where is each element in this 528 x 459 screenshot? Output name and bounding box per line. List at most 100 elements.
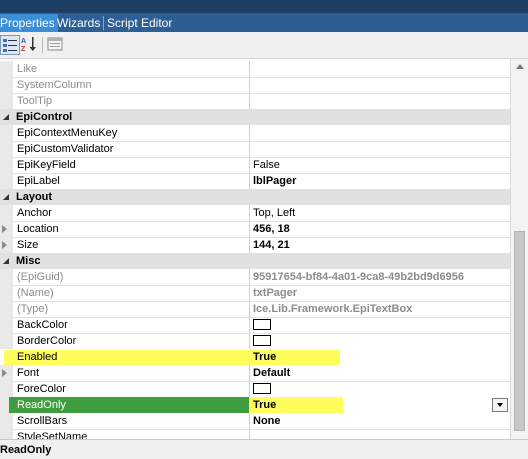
property-name: ToolTip: [17, 95, 53, 107]
property-row-epicustomvalidator[interactable]: EpiCustomValidator: [0, 141, 510, 157]
property-row-anchor[interactable]: Anchor Top, Left: [0, 205, 510, 221]
property-value[interactable]: None: [253, 413, 281, 429]
property-row-epiguid[interactable]: (EpiGuid) 95917654-bf84-4a01-9ca8-49b2bd…: [0, 269, 510, 285]
property-value[interactable]: txtPager: [253, 285, 297, 301]
row-gutter: [0, 429, 13, 439]
row-gutter: [0, 333, 13, 349]
property-value[interactable]: False: [253, 157, 280, 173]
row-gutter: [0, 301, 13, 317]
property-name: Location: [17, 223, 59, 235]
property-row-bordercolor[interactable]: BorderColor: [0, 333, 510, 349]
expand-icon[interactable]: [2, 369, 7, 377]
property-value[interactable]: Ice.Lib.Framework.EpiTextBox: [253, 301, 412, 317]
property-name: (Type): [17, 303, 49, 315]
category-misc[interactable]: Misc: [0, 253, 510, 269]
scrollbar-thumb[interactable]: [514, 231, 525, 431]
column-divider: [249, 157, 250, 173]
expand-icon[interactable]: [2, 225, 7, 233]
expand-icon[interactable]: [2, 241, 7, 249]
column-divider: [249, 333, 250, 349]
property-value[interactable]: lblPager: [253, 173, 296, 189]
row-gutter: [0, 205, 13, 221]
property-row-epilabel[interactable]: EpiLabel lblPager: [0, 173, 510, 189]
row-gutter: [0, 125, 13, 141]
tab-script-editor[interactable]: Script Editor: [104, 14, 175, 32]
property-row-name[interactable]: (Name) txtPager: [0, 285, 510, 301]
property-row-stylesetname[interactable]: StyleSetName: [0, 429, 510, 439]
toolbar: A Z: [0, 32, 528, 59]
column-divider: [249, 381, 250, 397]
property-name: EpiContextMenuKey: [17, 127, 118, 139]
property-row-readonly[interactable]: ReadOnly True: [0, 397, 510, 413]
column-divider: [249, 141, 250, 157]
row-gutter: [0, 93, 13, 109]
property-row-epikeyfield[interactable]: EpiKeyField False: [0, 157, 510, 173]
alphabetical-sort-icon: A Z: [21, 37, 36, 53]
property-name: ReadOnly: [17, 399, 66, 411]
column-divider: [249, 365, 250, 381]
property-grid: Like SystemColumn ToolTip EpiControl Epi…: [0, 59, 510, 439]
category-epicontrol[interactable]: EpiControl: [0, 109, 510, 125]
property-value[interactable]: True: [253, 349, 276, 365]
category-label: Layout: [16, 191, 53, 203]
row-gutter: [0, 413, 13, 429]
column-divider: [249, 429, 250, 439]
color-swatch[interactable]: [253, 383, 271, 394]
collapse-icon[interactable]: [3, 194, 9, 200]
column-divider: [249, 93, 250, 109]
property-row-font[interactable]: Font Default: [0, 365, 510, 381]
column-divider: [249, 221, 250, 237]
property-value[interactable]: 95917654-bf84-4a01-9ca8-49b2bd9d6956: [253, 269, 464, 285]
dropdown-button[interactable]: [492, 398, 508, 412]
column-divider: [249, 237, 250, 253]
collapse-icon[interactable]: [3, 114, 9, 120]
property-row-scrollbars[interactable]: ScrollBars None: [0, 413, 510, 429]
property-name: Enabled: [17, 351, 58, 363]
property-name: EpiLabel: [17, 175, 60, 187]
property-row-backcolor[interactable]: BackColor: [0, 317, 510, 333]
property-value[interactable]: Top, Left: [253, 205, 295, 221]
chevron-down-icon: [497, 403, 503, 407]
tab-properties[interactable]: Properties: [0, 14, 58, 32]
property-value[interactable]: True: [253, 397, 276, 413]
property-row-epicontextmenukey[interactable]: EpiContextMenuKey: [0, 125, 510, 141]
alphabetical-sort-button[interactable]: A Z: [20, 35, 40, 55]
property-row-location[interactable]: Location 456, 18: [0, 221, 510, 237]
title-bar: [0, 0, 528, 13]
categorized-view-button[interactable]: [0, 35, 20, 55]
column-divider: [249, 285, 250, 301]
property-row-enabled[interactable]: Enabled True: [0, 349, 510, 365]
property-value[interactable]: Default: [253, 365, 290, 381]
property-row-forecolor[interactable]: ForeColor: [0, 381, 510, 397]
svg-text:Z: Z: [21, 46, 26, 53]
scroll-up-icon[interactable]: [516, 64, 524, 69]
property-value[interactable]: 144, 21: [253, 237, 290, 253]
column-divider: [249, 173, 250, 189]
property-name: EpiCustomValidator: [17, 143, 114, 155]
color-swatch[interactable]: [253, 319, 271, 330]
row-gutter: [0, 269, 13, 285]
category-layout[interactable]: Layout: [0, 189, 510, 205]
property-row-tooltip[interactable]: ToolTip: [0, 93, 510, 109]
property-row-size[interactable]: Size 144, 21: [0, 237, 510, 253]
description-panel: ReadOnly: [0, 439, 528, 459]
property-name: Like: [17, 63, 38, 75]
property-row-systemcolumn[interactable]: SystemColumn: [0, 77, 510, 93]
svg-text:A: A: [21, 38, 26, 45]
column-divider: [249, 61, 250, 77]
property-row-type[interactable]: (Type) Ice.Lib.Framework.EpiTextBox: [0, 301, 510, 317]
row-gutter: [0, 173, 13, 189]
color-swatch[interactable]: [253, 335, 271, 346]
property-value[interactable]: 456, 18: [253, 221, 290, 237]
property-name: Anchor: [17, 207, 52, 219]
row-gutter: [0, 141, 13, 157]
column-divider: [249, 205, 250, 221]
collapse-icon[interactable]: [3, 258, 9, 264]
toolbar-separator: [42, 37, 43, 53]
category-label: EpiControl: [16, 111, 73, 123]
property-name: ForeColor: [17, 383, 66, 395]
property-row-like[interactable]: Like: [0, 61, 510, 77]
tab-wizards[interactable]: Wizards: [54, 14, 103, 32]
vertical-scrollbar[interactable]: [510, 59, 528, 439]
property-pages-button[interactable]: [46, 35, 66, 55]
